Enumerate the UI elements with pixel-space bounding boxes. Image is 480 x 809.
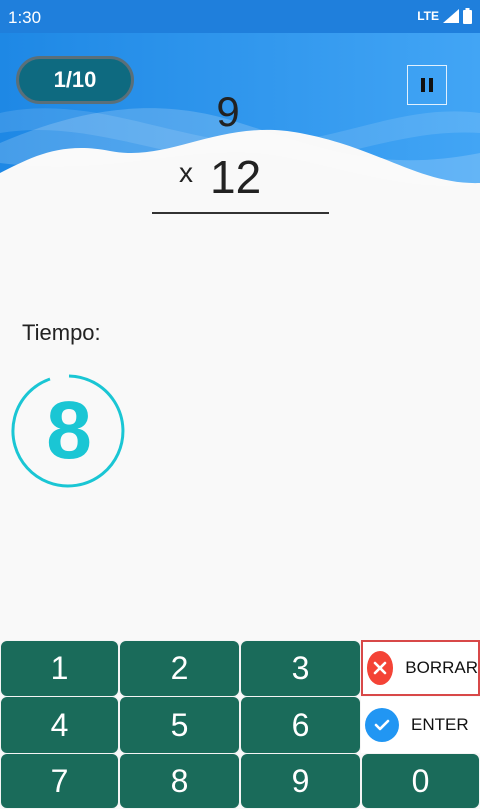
progress-indicator: 1/10 <box>16 56 134 104</box>
status-icons: LTE <box>417 8 472 24</box>
keypad: 1 2 3 4 5 6 7 8 9 0 BORRAR ENTER <box>0 640 480 809</box>
check-icon <box>365 708 399 742</box>
pause-icon <box>421 78 425 92</box>
close-icon <box>367 651 394 685</box>
status-time: 1:30 <box>8 8 42 27</box>
answer-line <box>152 212 329 214</box>
battery-icon <box>463 8 472 24</box>
timer: 8 <box>10 372 128 490</box>
timer-value: 8 <box>46 385 92 476</box>
key-4[interactable]: 4 <box>0 696 119 754</box>
network-type: LTE <box>417 9 439 23</box>
status-bar: 1:30 LTE <box>0 0 480 33</box>
multiplier: 12 <box>210 151 262 203</box>
enter-button[interactable]: ENTER <box>361 697 480 753</box>
key-1[interactable]: 1 <box>0 640 119 697</box>
operator-sign: x <box>179 157 193 188</box>
key-5[interactable]: 5 <box>119 696 240 754</box>
key-2[interactable]: 2 <box>119 640 240 697</box>
delete-label: BORRAR <box>405 658 478 677</box>
key-3[interactable]: 3 <box>240 640 361 697</box>
delete-button[interactable]: BORRAR <box>361 640 480 696</box>
signal-icon <box>443 9 459 23</box>
key-7[interactable]: 7 <box>0 753 119 809</box>
key-8[interactable]: 8 <box>119 753 240 809</box>
key-6[interactable]: 6 <box>240 696 361 754</box>
enter-label: ENTER <box>411 715 469 734</box>
key-0[interactable]: 0 <box>361 753 480 809</box>
multiplicand: 9 <box>216 88 240 135</box>
timer-label: Tiempo: <box>22 320 101 345</box>
pause-icon-bar <box>429 78 433 92</box>
key-9[interactable]: 9 <box>240 753 361 809</box>
pause-button[interactable] <box>407 65 447 105</box>
